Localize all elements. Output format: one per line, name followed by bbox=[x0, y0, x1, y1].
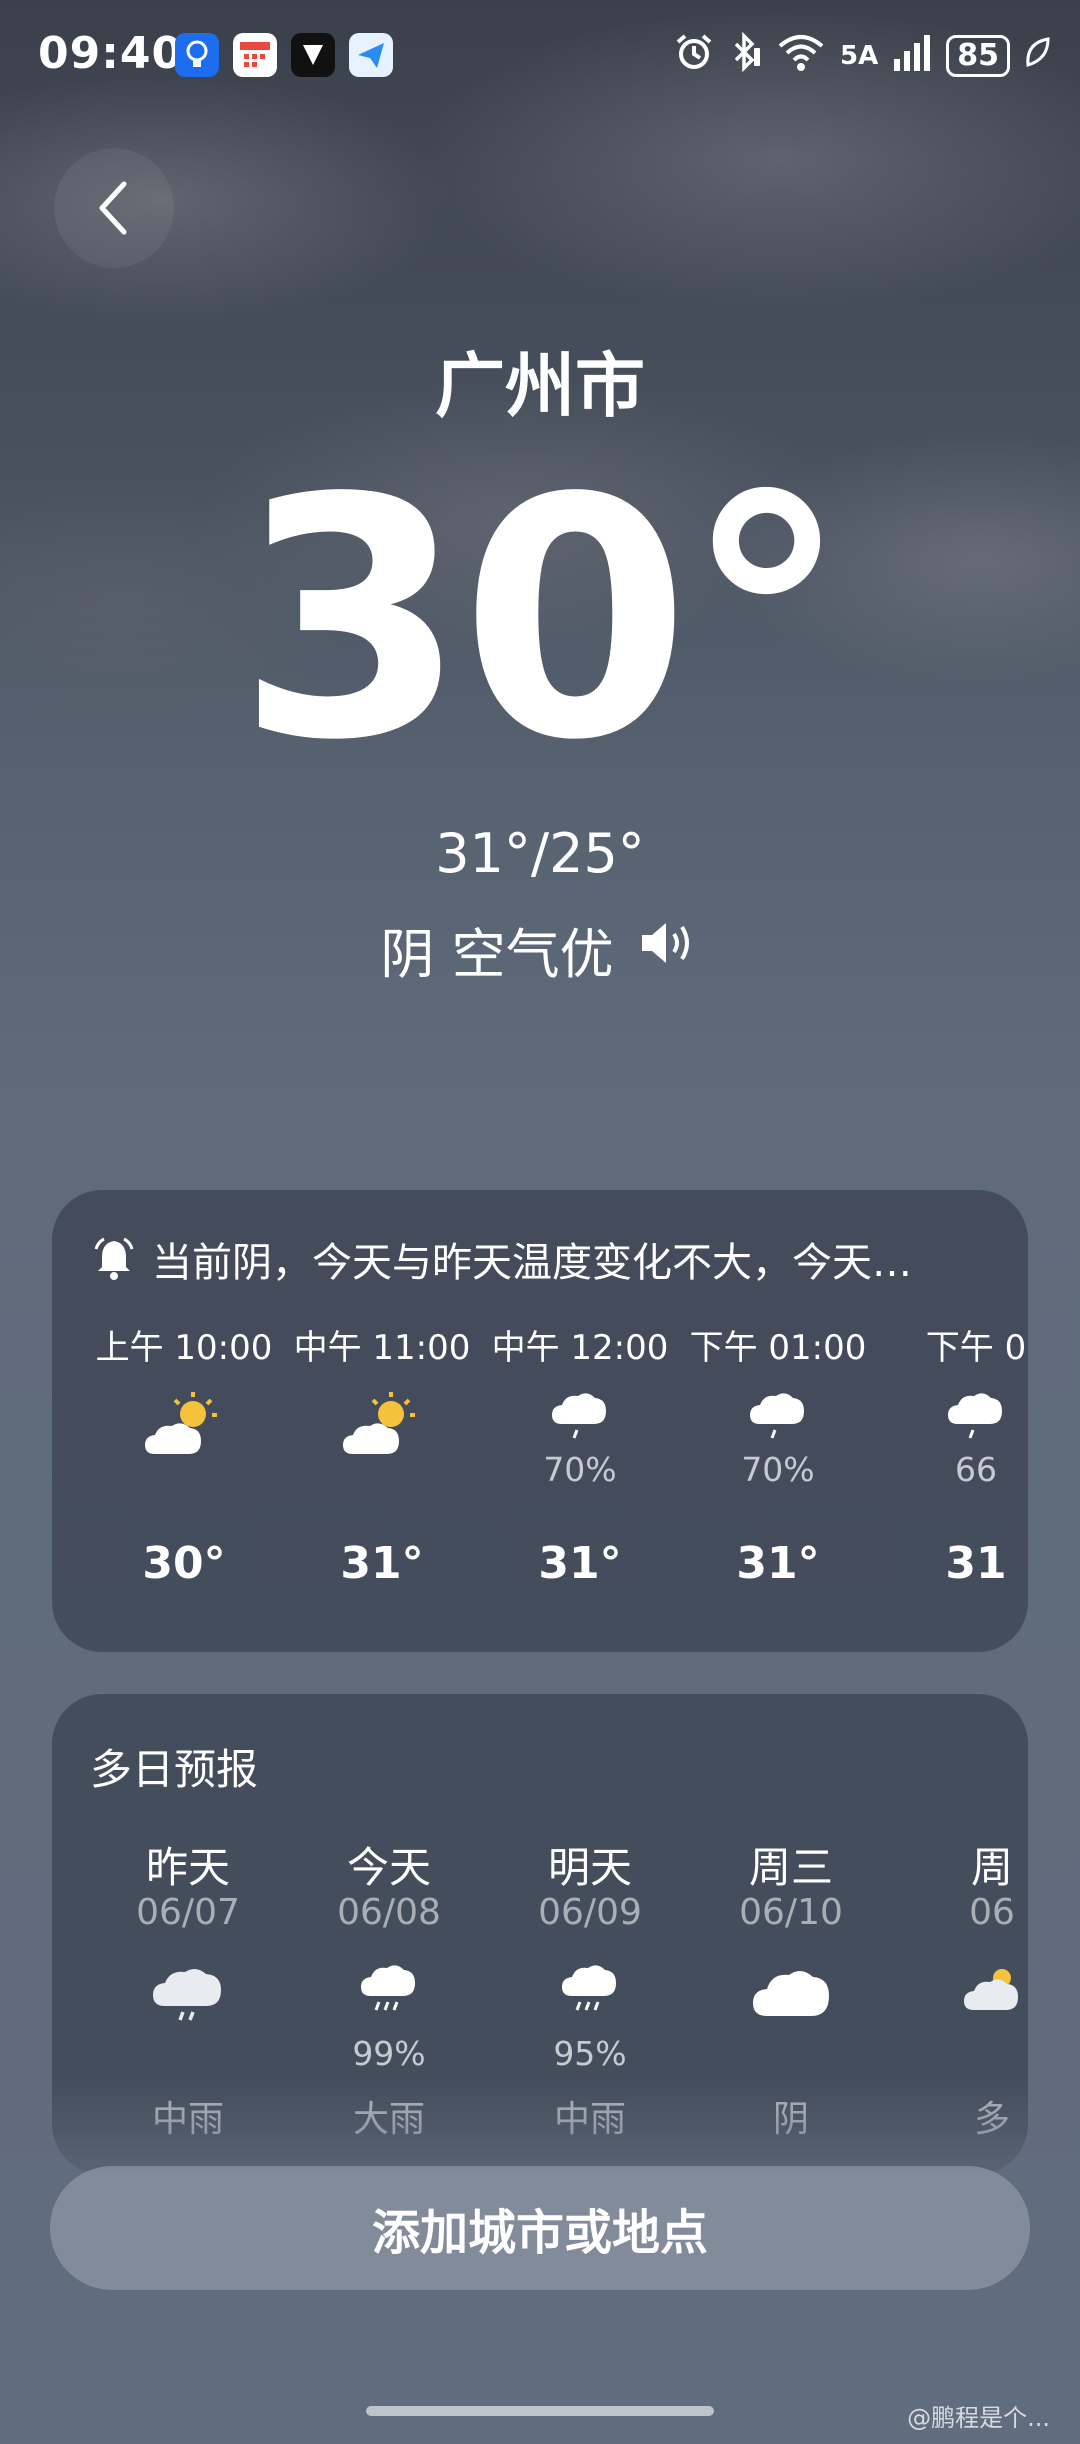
leaf-icon bbox=[1024, 35, 1050, 76]
day-item: 周 06 多 bbox=[892, 1834, 1028, 2140]
status-bar: 09:40 5A 85 bbox=[0, 0, 1080, 110]
day-name: 明天 bbox=[547, 1843, 632, 1892]
hour-item: 下午 0 66 31 bbox=[876, 1320, 1028, 1589]
condition-text: 阴 空气优 bbox=[380, 923, 614, 986]
hour-precipitation: 70% bbox=[543, 1450, 617, 1489]
current-temperature: 30° bbox=[236, 428, 849, 812]
calendar-app-icon bbox=[233, 33, 277, 77]
hour-temperature: 31° bbox=[538, 1538, 622, 1589]
hour-precipitation: 66 bbox=[955, 1450, 997, 1489]
partly-cloudy-icon bbox=[892, 1962, 1028, 2042]
moderate-rain-icon bbox=[490, 1962, 690, 2042]
hour-item: 中午 11:00 31° bbox=[282, 1320, 482, 1589]
day-name: 今天 bbox=[346, 1843, 431, 1892]
hour-time: 中午 11:00 bbox=[293, 1328, 471, 1368]
hour-time: 上午 10:00 bbox=[95, 1328, 273, 1368]
hour-precipitation: 70% bbox=[741, 1450, 815, 1489]
wifi-icon bbox=[776, 32, 826, 79]
v-app-icon bbox=[291, 33, 335, 77]
hour-temperature: 30° bbox=[142, 1538, 226, 1589]
day-date: 06/07 bbox=[136, 1892, 240, 1933]
watermark: @鹏程是个... bbox=[907, 2404, 1050, 2432]
day-date: 06 bbox=[969, 1892, 1015, 1933]
alarm-icon bbox=[674, 32, 714, 79]
day-item: 今天 06/08 99% 大雨 bbox=[289, 1834, 489, 2140]
hour-time: 下午 01:00 bbox=[689, 1328, 867, 1368]
battery-indicator: 85 bbox=[946, 34, 1010, 77]
status-indicators: 5A 85 bbox=[674, 31, 1050, 79]
signal-icon bbox=[892, 33, 932, 78]
city-name: 广州市 bbox=[435, 345, 645, 427]
day-date: 06/10 bbox=[739, 1892, 843, 1933]
weather-alert-row[interactable]: 当前阴，今天与昨天温度变化不大，今天… bbox=[94, 1230, 994, 1288]
back-button[interactable] bbox=[54, 148, 174, 268]
day-name: 周三 bbox=[748, 1843, 833, 1892]
bulb-app-icon bbox=[175, 33, 219, 77]
hour-time: 下午 0 bbox=[925, 1328, 1027, 1368]
hour-temperature: 31 bbox=[945, 1538, 1007, 1589]
day-precipitation: 95% bbox=[553, 2034, 627, 2073]
hourly-forecast-card: 当前阴，今天与昨天温度变化不大，今天… 上午 10:00 30° 中午 11:0… bbox=[52, 1190, 1028, 1652]
notification-icons bbox=[175, 33, 393, 77]
day-date: 06/08 bbox=[337, 1892, 441, 1933]
day-date: 06/09 bbox=[538, 1892, 642, 1933]
partly-cloudy-day-icon bbox=[282, 1388, 482, 1468]
day-item: 明天 06/09 95% 中雨 bbox=[490, 1834, 690, 2140]
day-item: 昨天 06/07 中雨 bbox=[88, 1834, 288, 2140]
current-temperature-wrap: 30° bbox=[0, 440, 1080, 800]
overcast-cloud-icon bbox=[691, 1962, 891, 2042]
speaker-icon[interactable] bbox=[638, 918, 700, 981]
add-city-button[interactable]: 添加城市或地点 bbox=[50, 2166, 1030, 2290]
home-indicator[interactable] bbox=[366, 2406, 714, 2416]
heavy-rain-icon bbox=[289, 1962, 489, 2042]
day-precipitation: 99% bbox=[352, 2034, 426, 2073]
partly-cloudy-day-icon bbox=[84, 1388, 284, 1468]
day-name: 周 bbox=[970, 1843, 1013, 1892]
status-time: 09:40 bbox=[38, 28, 184, 79]
hourly-list[interactable]: 上午 10:00 30° 中午 11:00 31° 中午 12:00 70% 3… bbox=[52, 1320, 1028, 1640]
bluetooth-icon bbox=[728, 31, 762, 79]
condition-row: 阴 空气优 bbox=[0, 910, 1080, 989]
high-low-temperature: 31°/25° bbox=[435, 822, 645, 885]
hour-time: 中午 12:00 bbox=[491, 1328, 669, 1368]
paper-plane-app-icon bbox=[349, 33, 393, 77]
moderate-rain-icon bbox=[88, 1962, 288, 2042]
day-name: 昨天 bbox=[145, 1843, 230, 1892]
hour-temperature: 31° bbox=[340, 1538, 424, 1589]
daily-forecast-title: 多日预报 bbox=[90, 1745, 259, 1794]
bell-icon bbox=[94, 1237, 134, 1280]
hour-item: 中午 12:00 70% 31° bbox=[480, 1320, 680, 1589]
network-type-label: 5A bbox=[840, 40, 879, 71]
hour-temperature: 31° bbox=[736, 1538, 820, 1589]
chevron-left-icon bbox=[99, 181, 127, 235]
weather-alert-text: 当前阴，今天与昨天温度变化不大，今天… bbox=[152, 1240, 912, 1286]
hour-item: 下午 01:00 70% 31° bbox=[678, 1320, 878, 1589]
hour-item: 上午 10:00 30° bbox=[84, 1320, 284, 1589]
day-item: 周三 06/10 阴 bbox=[691, 1834, 891, 2140]
